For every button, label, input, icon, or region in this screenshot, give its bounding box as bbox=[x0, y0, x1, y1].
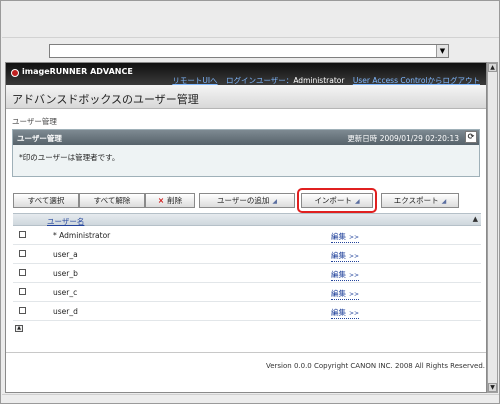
add-user-button[interactable]: ユーザーの追加 ◢ bbox=[199, 193, 295, 208]
info-panel: ユーザー管理 更新日時 2009/01/29 02:20:13 ⟳ *印のユーザ… bbox=[12, 129, 480, 177]
edit-arrow-icon: >> bbox=[349, 291, 360, 298]
dropdown-arrow-icon: ◢ bbox=[272, 198, 277, 205]
user-name: user_d bbox=[53, 307, 78, 316]
delete-icon: × bbox=[157, 196, 165, 205]
app-header: imageRUNNER ADVANCE リモートUIへ ログインユーザー：Adm… bbox=[6, 63, 486, 85]
dropdown-arrow-icon: ◢ bbox=[441, 198, 447, 205]
deselect-all-button[interactable]: すべて解除 bbox=[79, 193, 145, 208]
copyright-text: Version 0.0.0 Copyright CANON INC. 2008 … bbox=[265, 362, 485, 370]
list-header: ユーザー名 ▲ bbox=[13, 213, 481, 226]
address-dropdown[interactable]: ▼ bbox=[49, 44, 449, 58]
edit-arrow-icon: >> bbox=[349, 272, 360, 279]
table-row: * Administrator 編集 >> bbox=[13, 226, 481, 245]
browser-status-bar bbox=[2, 394, 499, 403]
canon-logo-icon bbox=[11, 69, 19, 77]
edit-arrow-icon: >> bbox=[349, 310, 360, 317]
edit-label: 編集 bbox=[331, 251, 346, 260]
scroll-up-icon[interactable]: ▲ bbox=[488, 63, 497, 72]
edit-link[interactable]: 編集 >> bbox=[331, 288, 360, 300]
user-name: user_a bbox=[53, 250, 78, 259]
login-user-label: ログインユーザー： bbox=[225, 76, 294, 85]
panel-title: ユーザー管理 bbox=[17, 134, 62, 143]
login-user-name: Administrator bbox=[293, 76, 345, 85]
edit-label: 編集 bbox=[331, 270, 346, 279]
logout-link[interactable]: User Access Controlからログアウト bbox=[353, 76, 480, 85]
export-label: エクスポート bbox=[393, 196, 439, 205]
updated-timestamp: 更新日時 2009/01/29 02:20:13 bbox=[347, 134, 459, 143]
brand-name: imageRUNNER ADVANCE bbox=[22, 67, 133, 76]
panel-header: ユーザー管理 更新日時 2009/01/29 02:20:13 ⟳ bbox=[13, 130, 479, 145]
user-list: ユーザー名 ▲ * Administrator 編集 >> user_a 編集 >>… bbox=[13, 213, 481, 321]
edit-arrow-icon: >> bbox=[349, 234, 360, 241]
table-row: user_b 編集 >> bbox=[13, 264, 481, 283]
export-button[interactable]: エクスポート ◢ bbox=[381, 193, 459, 208]
edit-link[interactable]: 編集 >> bbox=[331, 250, 360, 262]
table-row: user_c 編集 >> bbox=[13, 283, 481, 302]
delete-button[interactable]: × 削除 bbox=[145, 193, 195, 208]
add-user-label: ユーザーの追加 bbox=[217, 196, 270, 205]
delete-label: 削除 bbox=[167, 196, 183, 205]
edit-arrow-icon: >> bbox=[349, 253, 360, 260]
page-top-icon[interactable]: ▲ bbox=[15, 325, 23, 332]
row-checkbox[interactable] bbox=[19, 250, 26, 257]
edit-link[interactable]: 編集 >> bbox=[331, 307, 360, 319]
user-name: * Administrator bbox=[53, 231, 111, 240]
edit-label: 編集 bbox=[331, 232, 346, 241]
breadcrumb: ユーザー管理 bbox=[12, 117, 57, 126]
header-links: リモートUIへ ログインユーザー：Administrator User Acce… bbox=[172, 75, 480, 86]
browser-window: ▼ imageRUNNER ADVANCE リモートUIへ ログインユーザー：A… bbox=[0, 0, 500, 404]
user-name: user_b bbox=[53, 269, 78, 278]
edit-link[interactable]: 編集 >> bbox=[331, 231, 360, 243]
edit-link[interactable]: 編集 >> bbox=[331, 269, 360, 281]
row-checkbox[interactable] bbox=[19, 269, 26, 276]
remote-ui-link[interactable]: リモートUIへ bbox=[172, 76, 217, 85]
row-checkbox[interactable] bbox=[19, 231, 26, 238]
edit-label: 編集 bbox=[331, 308, 346, 317]
table-row: user_a 編集 >> bbox=[13, 245, 481, 264]
page-footer: Version 0.0.0 Copyright CANON INC. 2008 … bbox=[6, 352, 486, 392]
row-checkbox[interactable] bbox=[19, 288, 26, 295]
edit-label: 編集 bbox=[331, 289, 346, 298]
row-checkbox[interactable] bbox=[19, 307, 26, 314]
chevron-down-icon[interactable]: ▼ bbox=[436, 45, 448, 57]
scroll-down-icon[interactable]: ▼ bbox=[488, 383, 497, 392]
page-content: imageRUNNER ADVANCE リモートUIへ ログインユーザー：Adm… bbox=[5, 62, 487, 393]
page-title: アドバンスドボックスのユーザー管理 bbox=[6, 85, 486, 109]
table-row: user_d 編集 >> bbox=[13, 302, 481, 321]
panel-note: *印のユーザーは管理者です。 bbox=[13, 145, 479, 176]
sort-ascending-icon[interactable]: ▲ bbox=[473, 215, 478, 223]
vertical-scrollbar[interactable]: ▲ ▼ bbox=[487, 62, 498, 393]
refresh-icon[interactable]: ⟳ bbox=[465, 131, 477, 143]
select-all-button[interactable]: すべて選択 bbox=[13, 193, 79, 208]
user-name: user_c bbox=[53, 288, 78, 297]
import-highlight-annotation bbox=[297, 188, 377, 213]
browser-toolbar-area bbox=[2, 2, 499, 38]
